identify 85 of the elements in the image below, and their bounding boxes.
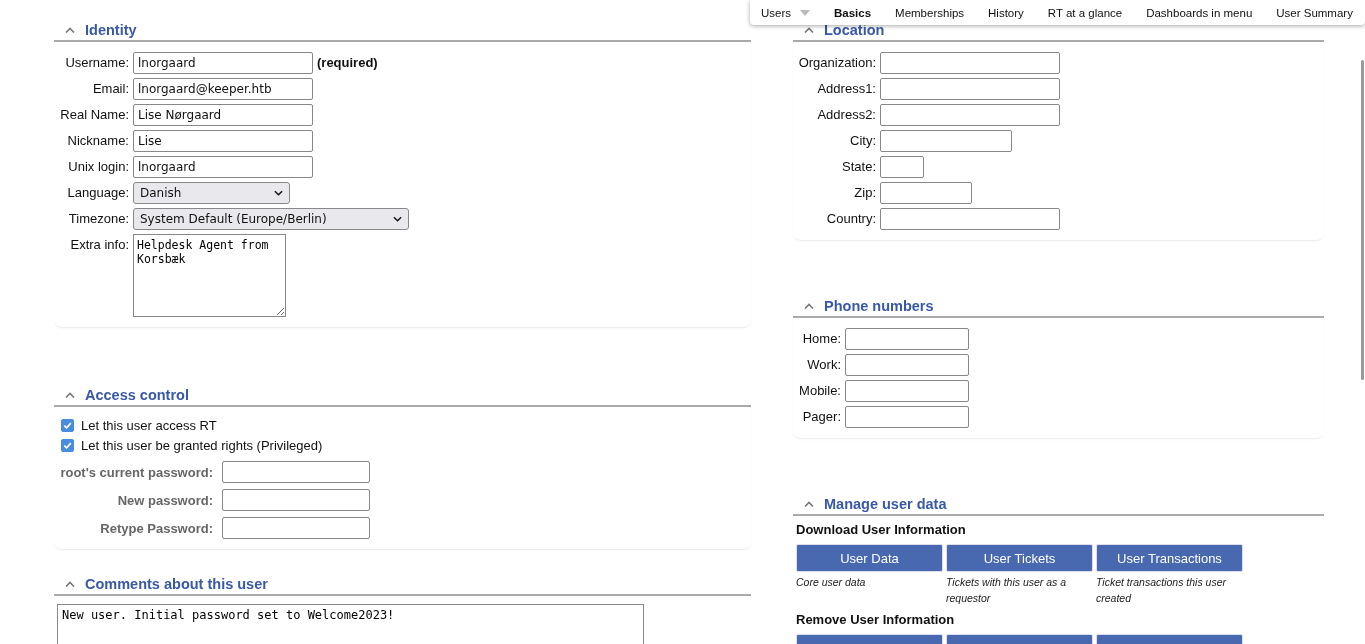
input-field[interactable] [845,354,969,376]
field-label: Unix login: [67,158,129,176]
field-label: Timezone: [67,210,129,228]
input-field[interactable]: lnorgaard@keeper.htb [133,78,313,100]
subheading: Download User Information [796,522,967,537]
collapse-icon[interactable] [65,392,75,398]
section-header[interactable]: Manage user data [793,494,1324,516]
field-label: Home: [801,330,841,348]
input-field[interactable] [845,406,969,428]
input-field[interactable] [845,328,969,350]
checkbox-label: Let this user access RT [81,417,217,433]
button-description: Ticket transactions this user created [1096,575,1228,606]
download-button[interactable]: User Transactions [1096,544,1243,572]
checkbox[interactable] [61,438,74,452]
section-title: Access control [85,387,189,403]
input-field[interactable] [880,52,1060,74]
dropdown-icon [800,9,811,16]
scrollbar[interactable] [1361,60,1364,380]
required-note: (required) [317,54,378,72]
password-field[interactable] [222,489,370,511]
menu-tab[interactable]: User Summary [1276,6,1353,19]
input-field[interactable]: lnorgaard [133,52,313,74]
subheading: Remove User Information [796,612,956,627]
input-field[interactable] [880,130,1012,152]
field-label: Real Name: [59,106,129,124]
section-header[interactable]: Access control [54,385,751,407]
chevron-icon [393,216,402,222]
password-field[interactable] [222,517,370,539]
input-field[interactable]: Lise Nørgaard [133,104,313,126]
field-label: Email: [91,80,129,98]
section-title: Phone numbers [824,298,934,314]
checkbox[interactable] [61,418,74,432]
field-label: Retype Password: [99,520,213,536]
section-title: Identity [85,22,137,38]
input-field[interactable] [880,104,1060,126]
input-field[interactable]: Lise [133,130,313,152]
download-button[interactable]: User Data [796,544,943,572]
button-description: Tickets with this user as a requestor [946,575,1068,606]
input-field[interactable]: lnorgaard [133,156,313,178]
menu-tab[interactable]: RT at a glance [1047,6,1123,19]
comments-field[interactable]: New user. Initial password set to Welcome2023! [57,604,644,644]
text-area[interactable]: Helpdesk Agent from Korsbæk [133,234,286,317]
field-label: Organization: [797,54,876,72]
field-label: Work: [806,356,841,374]
download-button[interactable]: User Tickets [946,544,1093,572]
input-field[interactable] [845,380,969,402]
collapse-icon[interactable] [804,27,814,33]
section-header[interactable]: Phone numbers [793,296,1324,318]
field-label: Language: [66,184,129,202]
field-label: root's current password: [59,464,213,480]
field-label: Extra info: [69,236,129,254]
button-description: Core user data [796,575,867,590]
menu-tab[interactable]: History [988,6,1024,19]
collapse-icon[interactable] [804,303,814,309]
menu-tab[interactable]: Users [761,6,811,19]
field-label: Address1: [816,80,876,98]
input-field[interactable] [880,156,924,178]
field-label: Nickname: [66,132,129,150]
input-field[interactable] [880,78,1060,100]
field-label: Address2: [816,106,876,124]
section-header[interactable]: Comments about this user [54,574,751,596]
field-label: New password: [116,492,213,508]
field-label: Mobile: [798,382,841,400]
input-field[interactable] [880,182,972,204]
section-title: Location [824,22,885,38]
input-field[interactable] [880,208,1060,230]
field-label: Country: [825,210,876,228]
collapse-icon[interactable] [804,501,814,507]
collapse-icon[interactable] [65,581,75,587]
field-label: Pager: [801,408,841,426]
field-label: Username: [64,54,129,72]
field-label: Zip: [853,184,876,202]
dropdown[interactable]: Danish [133,182,290,204]
password-field[interactable] [222,461,370,483]
checkbox-label: Let this user be granted rights (Privileged) [81,437,323,453]
chevron-icon [274,190,283,196]
collapse-icon[interactable] [65,27,75,33]
dropdown[interactable]: System Default (Europe/Berlin) [133,208,409,230]
section-title: Manage user data [824,496,947,512]
section-title: Comments about this user [85,576,268,592]
menu-tab[interactable]: Memberships [895,6,965,19]
field-label: City: [849,132,876,150]
field-label: State: [841,158,876,176]
menu-tab[interactable]: Dashboards in menu [1146,6,1253,19]
section-header[interactable]: Identity [54,20,751,42]
